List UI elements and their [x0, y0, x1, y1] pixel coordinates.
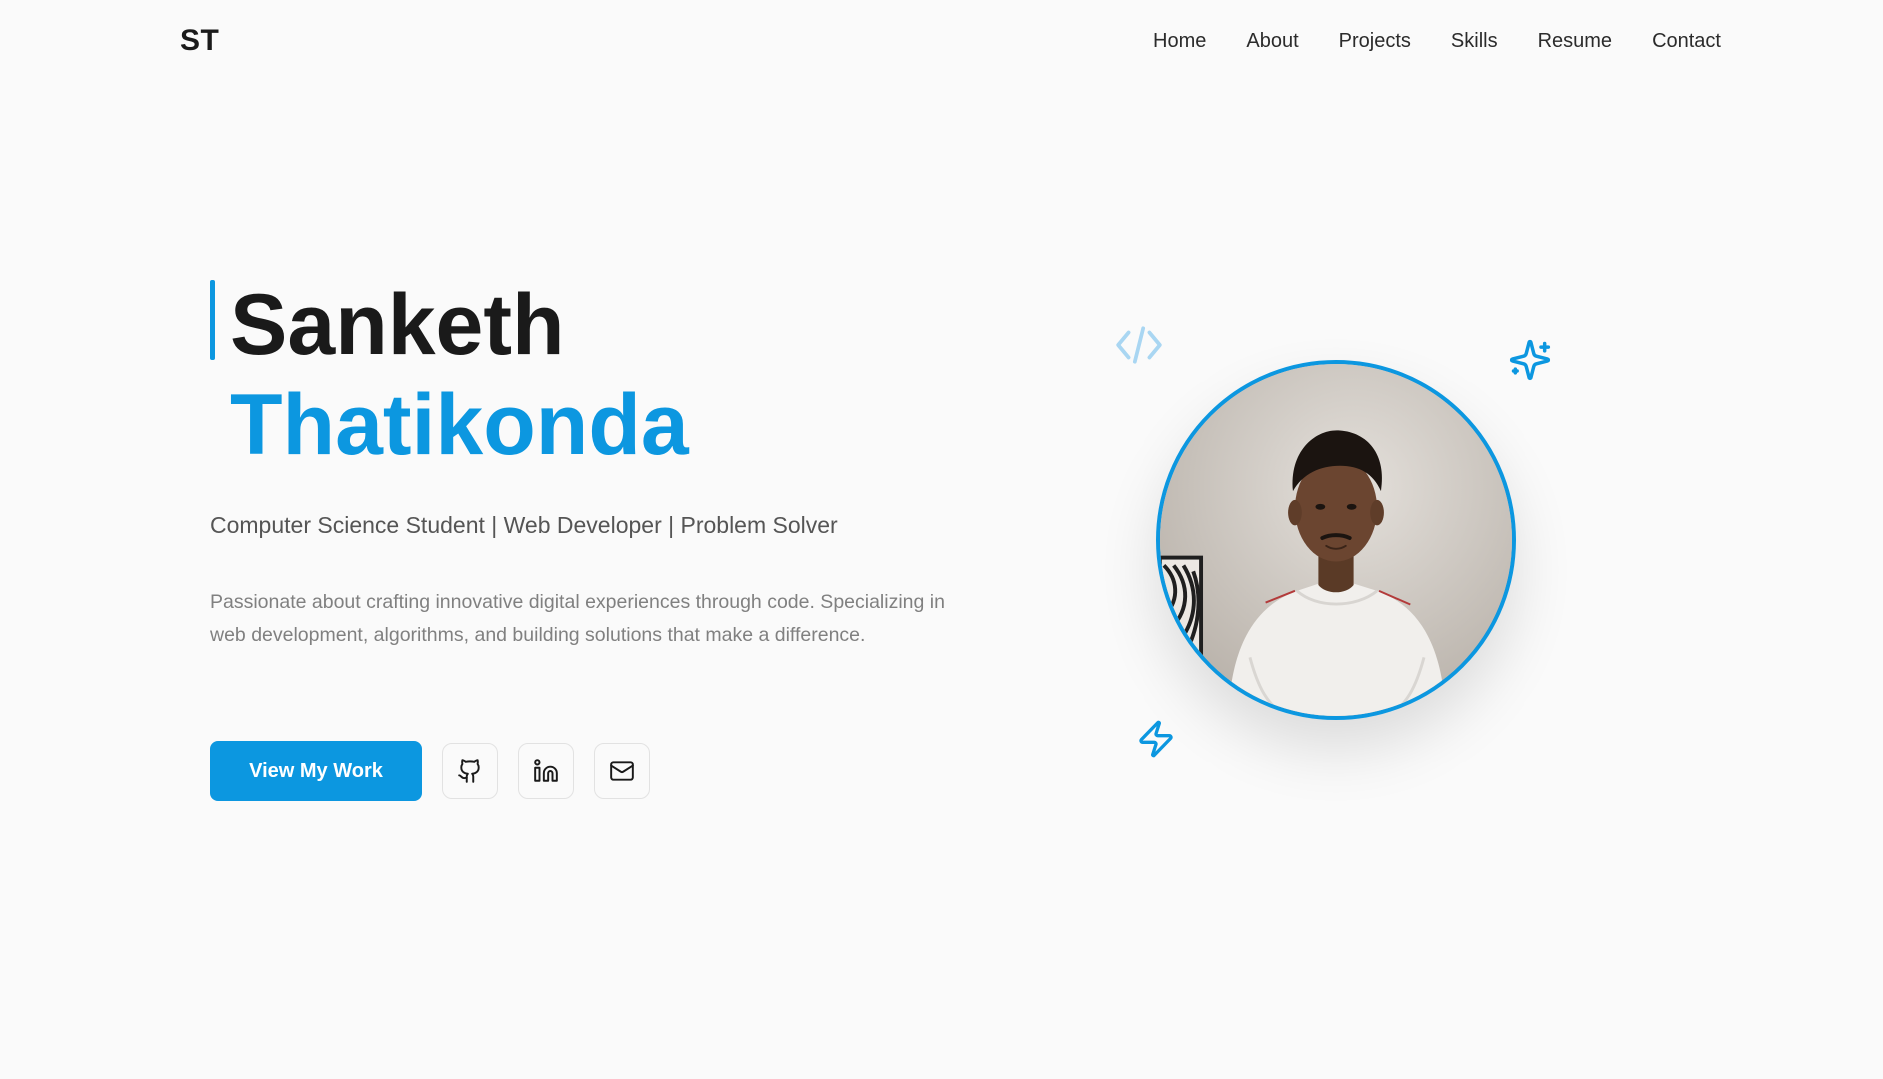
hero-description: Passionate about crafting innovative dig… — [210, 591, 945, 646]
linkedin-icon — [534, 759, 558, 782]
site-logo[interactable]: ST — [180, 24, 219, 58]
nav-link-home[interactable]: Home — [1153, 28, 1206, 54]
hero-last-name: Thatikonda — [230, 377, 689, 473]
profile-photo — [1156, 360, 1516, 720]
hero-first-name: Sanketh — [230, 277, 565, 373]
hero-tagline: Computer Science Student | Web Developer… — [210, 512, 838, 538]
github-link[interactable] — [442, 743, 498, 799]
nav-link-skills[interactable]: Skills — [1451, 28, 1498, 54]
top-nav: ST Home About Projects Skills Resume Con… — [0, 0, 1883, 84]
view-my-work-button[interactable]: View My Work — [210, 741, 422, 801]
nav-link-contact[interactable]: Contact — [1652, 28, 1721, 54]
hero-actions: View My Work — [210, 741, 650, 801]
nav-link-resume[interactable]: Resume — [1538, 28, 1612, 54]
sparkles-icon — [1509, 339, 1551, 381]
code-brackets-icon — [1116, 326, 1162, 364]
nav-link-about[interactable]: About — [1246, 28, 1298, 54]
github-icon — [458, 759, 480, 783]
email-link[interactable] — [594, 743, 650, 799]
typing-cursor — [210, 280, 215, 360]
mail-icon — [610, 761, 634, 781]
profile-photo-illustration — [1160, 364, 1512, 716]
nav-links: Home About Projects Skills Resume Contac… — [1153, 28, 1721, 54]
nav-link-projects[interactable]: Projects — [1339, 28, 1411, 54]
linkedin-link[interactable] — [518, 743, 574, 799]
lightning-icon — [1139, 720, 1173, 758]
